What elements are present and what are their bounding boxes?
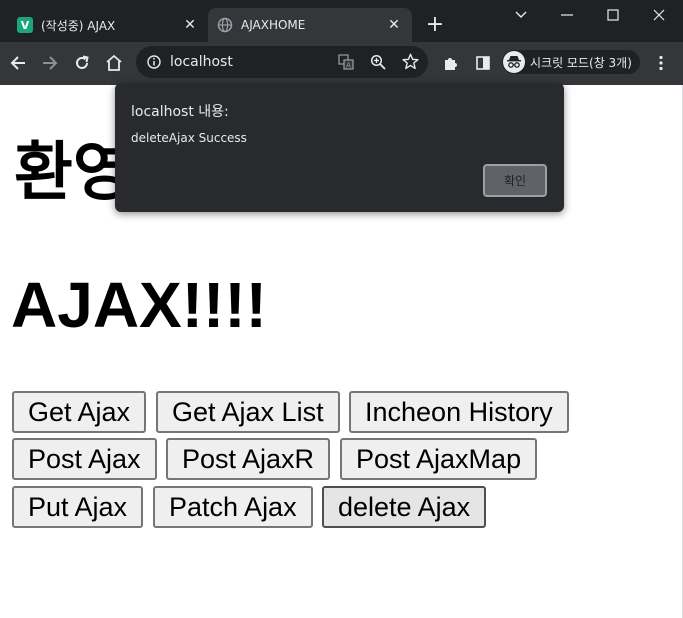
address-bar[interactable]: localhost A bbox=[136, 46, 428, 78]
profile-label: 시크릿 모드(창 3개) bbox=[530, 55, 632, 70]
home-icon[interactable] bbox=[101, 50, 127, 76]
get-ajax-list-button[interactable]: Get Ajax List bbox=[156, 391, 340, 433]
extensions-puzzle-icon[interactable] bbox=[438, 50, 464, 76]
tab-ajax-draft[interactable]: V (작성중) AJAX ✕ bbox=[8, 8, 208, 42]
url-text[interactable]: localhost bbox=[170, 54, 233, 70]
browser-toolbar: localhost A 시크릿 모드(창 3개) bbox=[0, 42, 683, 85]
browser-tab-strip: V (작성중) AJAX ✕ AJAXHOME ✕ + bbox=[0, 0, 683, 42]
dialog-message: deleteAjax Success bbox=[131, 131, 247, 145]
post-ajaxmap-button[interactable]: Post AjaxMap bbox=[340, 438, 538, 480]
dialog-ok-button[interactable]: 확인 bbox=[483, 164, 547, 197]
delete-ajax-button[interactable]: delete Ajax bbox=[322, 486, 487, 528]
back-arrow-icon[interactable] bbox=[5, 50, 31, 76]
reload-icon[interactable] bbox=[69, 50, 95, 76]
bookmark-star-icon[interactable] bbox=[402, 53, 419, 74]
tab-title: (작성중) AJAX bbox=[41, 18, 116, 33]
tab-ajaxhome[interactable]: AJAXHOME ✕ bbox=[208, 8, 412, 42]
post-ajaxr-button[interactable]: Post AjaxR bbox=[166, 438, 331, 480]
maximize-icon[interactable] bbox=[590, 0, 636, 30]
incognito-icon bbox=[503, 51, 525, 73]
forward-arrow-icon[interactable] bbox=[37, 50, 63, 76]
translate-icon[interactable]: A bbox=[338, 54, 354, 74]
window-close-icon[interactable] bbox=[636, 0, 682, 30]
dialog-title: localhost 내용: bbox=[131, 104, 229, 120]
svg-text:A: A bbox=[346, 62, 351, 70]
vue-favicon-icon: V bbox=[17, 17, 33, 33]
patch-ajax-button[interactable]: Patch Ajax bbox=[153, 486, 313, 528]
site-info-icon[interactable] bbox=[146, 54, 162, 74]
ajax-heading: AJAX!!!! bbox=[11, 269, 267, 341]
side-panel-icon[interactable] bbox=[470, 50, 496, 76]
get-ajax-button[interactable]: Get Ajax bbox=[12, 391, 147, 433]
minimize-icon[interactable] bbox=[544, 0, 590, 30]
new-tab-icon[interactable]: + bbox=[424, 14, 446, 36]
tab-close-icon[interactable]: ✕ bbox=[182, 17, 198, 33]
put-ajax-button[interactable]: Put Ajax bbox=[12, 486, 144, 528]
incheon-history-button[interactable]: Incheon History bbox=[349, 391, 569, 433]
post-ajax-button[interactable]: Post Ajax bbox=[12, 438, 157, 480]
tab-close-icon[interactable]: ✕ bbox=[386, 17, 402, 33]
more-menu-icon[interactable] bbox=[648, 50, 674, 76]
globe-icon bbox=[217, 17, 233, 33]
zoom-icon[interactable] bbox=[370, 54, 386, 74]
alert-dialog: localhost 내용: deleteAjax Success 확인 bbox=[115, 83, 564, 212]
tab-title: AJAXHOME bbox=[241, 18, 306, 32]
tab-search-chevron-icon[interactable] bbox=[498, 0, 544, 30]
incognito-profile-button[interactable]: 시크릿 모드(창 3개) bbox=[502, 50, 640, 74]
